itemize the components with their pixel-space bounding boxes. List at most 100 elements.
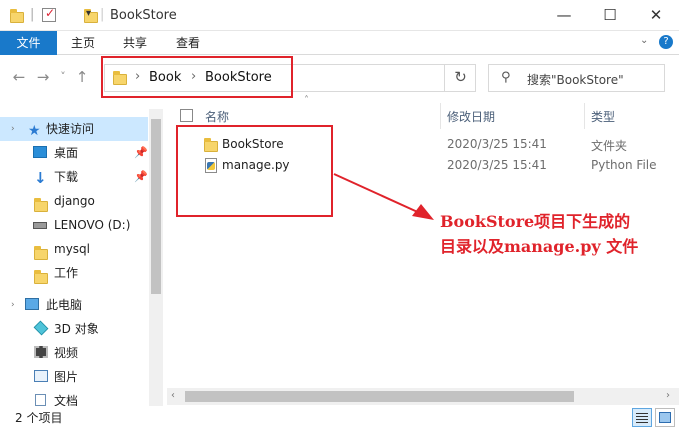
download-icon: ↓ [34,169,47,187]
sidebar-item-label: 快速访问 [46,122,95,136]
sidebar-item-label: 工作 [54,266,79,280]
folder-icon [34,246,48,260]
sidebar-item-label: LENOVO (D:) [54,218,131,232]
tab-view[interactable]: 查看 [171,31,205,55]
3d-objects-icon [33,320,49,336]
back-button[interactable]: ← [9,67,29,87]
breadcrumb-separator: › [135,69,141,84]
pin-icon[interactable]: 📌 [134,141,148,165]
sidebar-item-label: 视频 [54,346,79,360]
sidebar-item-label: 图片 [54,370,79,384]
select-all-checkbox[interactable] [180,109,193,122]
sidebar-item-label: 下载 [54,170,79,184]
sidebar-item-downloads[interactable]: ↓ 下载 📌 [0,165,148,189]
breadcrumb-bookstore[interactable]: BookStore [205,70,272,85]
sidebar-item-label: 3D 对象 [54,322,99,336]
scroll-right-icon[interactable]: › [666,390,670,401]
video-icon [34,346,48,358]
folder-icon [113,71,127,85]
annotation-line-1: BookStore项目下生成的 [440,212,631,231]
folder-icon [204,138,218,152]
expand-caret-icon[interactable]: › [11,117,15,141]
annotation-arrow [333,173,434,220]
column-header-name[interactable]: 名称 [205,108,229,125]
sidebar-item-desktop[interactable]: 桌面 📌 [0,141,148,165]
annotation-line-2: 目录以及manage.py 文件 [440,237,639,256]
column-header-modified[interactable]: 修改日期 [447,108,495,125]
address-bar[interactable]: › Book › BookStore [104,64,476,92]
search-placeholder: 搜索"BookStore" [527,73,624,87]
sidebar-item-work[interactable]: 工作 [0,261,148,285]
python-file-icon [205,158,217,173]
sidebar-item-label: mysql [54,242,90,256]
breadcrumb-separator: › [191,69,197,84]
forward-button[interactable]: → [33,67,53,87]
sidebar-scroll-thumb[interactable] [151,119,161,294]
search-box[interactable]: ⚲ 搜索"BookStore" [488,64,665,92]
tab-file[interactable]: 文件 [0,31,57,55]
toolbar-divider: | [30,7,35,22]
folder-icon [34,270,48,284]
sidebar-item-label: django [54,194,95,208]
sidebar-item-mysql[interactable]: mysql [0,237,148,261]
sort-arrow-icon: ˄ [304,95,309,106]
pictures-icon [34,370,48,382]
help-icon[interactable]: ? [659,35,673,49]
sidebar-item-documents[interactable]: 文档 [0,389,148,406]
tab-share[interactable]: 共享 [118,31,152,55]
close-button[interactable]: ✕ [633,0,679,31]
folder-icon [34,198,48,212]
computer-icon [25,298,39,310]
file-type: Python File [591,158,657,172]
minimize-button[interactable]: — [541,0,587,31]
sidebar-item-3d-objects[interactable]: 3D 对象 [0,317,148,341]
desktop-icon [33,146,47,158]
file-type: 文件夹 [591,139,628,153]
content-scroll-thumb[interactable] [185,391,574,402]
customize-toolbar-icon[interactable]: ▾ [86,8,91,19]
large-icons-view-button[interactable] [655,408,675,427]
annotation-text: BookStore项目下生成的 目录以及manage.py 文件 [440,209,660,259]
maximize-button[interactable]: ☐ [587,0,633,31]
ribbon: 文件 主页 共享 查看 ⌄ ? [0,31,679,55]
sidebar-item-quick-access[interactable]: › ★ 快速访问 [0,117,148,141]
title-bar: | ✓ ▾ | BookStore — ☐ ✕ [0,0,679,31]
column-divider[interactable] [584,103,585,129]
chevron-down-icon[interactable]: ⌄ [640,35,648,46]
title-divider: | [100,7,105,22]
navigation-pane: › ★ 快速访问 桌面 📌 ↓ 下载 📌 django LENOVO (D:) … [0,109,163,406]
item-count: 2 个项目 [15,411,63,425]
tab-home[interactable]: 主页 [66,31,100,55]
file-name: manage.py [222,158,290,172]
sidebar-item-label: 桌面 [54,146,79,160]
pin-icon[interactable]: 📌 [134,165,148,189]
star-icon: ★ [28,123,41,139]
up-button[interactable]: ↑ [72,67,92,87]
window-title: BookStore [110,8,177,23]
search-icon: ⚲ [501,70,511,85]
file-name: BookStore [222,137,284,151]
sidebar-item-label: 文档 [54,394,79,406]
column-divider[interactable] [440,103,441,129]
column-header-type[interactable]: 类型 [591,108,615,125]
drive-icon [33,222,47,229]
expand-caret-icon[interactable]: › [11,293,15,317]
sidebar-item-pictures[interactable]: 图片 [0,365,148,389]
properties-icon[interactable]: ✓ [42,6,56,22]
file-modified: 2020/3/25 15:41 [447,137,547,151]
table-row[interactable]: BookStore 2020/3/25 15:41 文件夹 [167,134,679,155]
scroll-left-icon[interactable]: ‹ [171,390,175,401]
sidebar-item-this-pc[interactable]: › 此电脑 [0,293,148,317]
sidebar-item-django[interactable]: django [0,189,148,213]
refresh-button[interactable]: ↻ [444,64,476,92]
folder-icon [10,9,24,23]
sidebar-item-label: 此电脑 [46,298,83,312]
sidebar-item-drive-d[interactable]: LENOVO (D:) [0,213,148,237]
sidebar-item-videos[interactable]: 视频 [0,341,148,365]
status-bar: 2 个项目 [0,406,679,429]
details-view-button[interactable] [632,408,652,427]
file-modified: 2020/3/25 15:41 [447,158,547,172]
breadcrumb-book[interactable]: Book [149,70,181,85]
documents-icon [35,394,46,406]
recent-locations-button[interactable]: ˅ [53,67,73,87]
